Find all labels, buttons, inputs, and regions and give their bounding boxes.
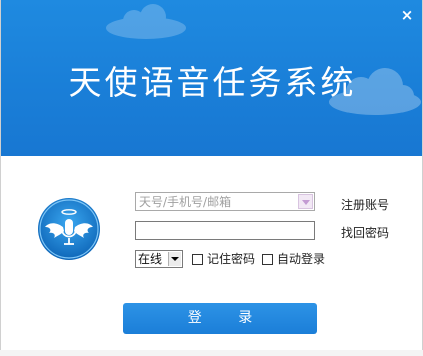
login-window: × 天使语音任务系统 注册账号 找回密码 在线 记住密码 自动登录 [0, 0, 423, 350]
account-combobox[interactable] [135, 192, 315, 211]
register-link[interactable]: 注册账号 [341, 196, 389, 213]
chevron-down-icon[interactable] [168, 252, 181, 266]
angel-microphone-icon [38, 198, 100, 260]
app-title: 天使语音任务系统 [68, 63, 357, 102]
account-input[interactable] [136, 193, 294, 210]
recover-password-link[interactable]: 找回密码 [341, 224, 389, 241]
close-button[interactable]: × [398, 6, 416, 24]
remember-password-label[interactable]: 记住密码 [207, 251, 255, 267]
auto-login-checkbox[interactable] [262, 254, 273, 265]
header-banner: × 天使语音任务系统 [1, 0, 422, 156]
close-icon: × [400, 6, 414, 24]
window-bottom-edge [0, 350, 423, 356]
login-button[interactable]: 登 录 [123, 303, 317, 334]
status-select[interactable]: 在线 [135, 250, 183, 268]
auto-login-label[interactable]: 自动登录 [277, 251, 325, 267]
password-field[interactable] [135, 221, 315, 242]
status-value: 在线 [138, 252, 163, 266]
password-input[interactable] [136, 224, 314, 242]
cloud-decoration-top [106, 4, 186, 39]
remember-password-checkbox[interactable] [192, 254, 203, 265]
account-dropdown-button[interactable] [298, 194, 313, 209]
